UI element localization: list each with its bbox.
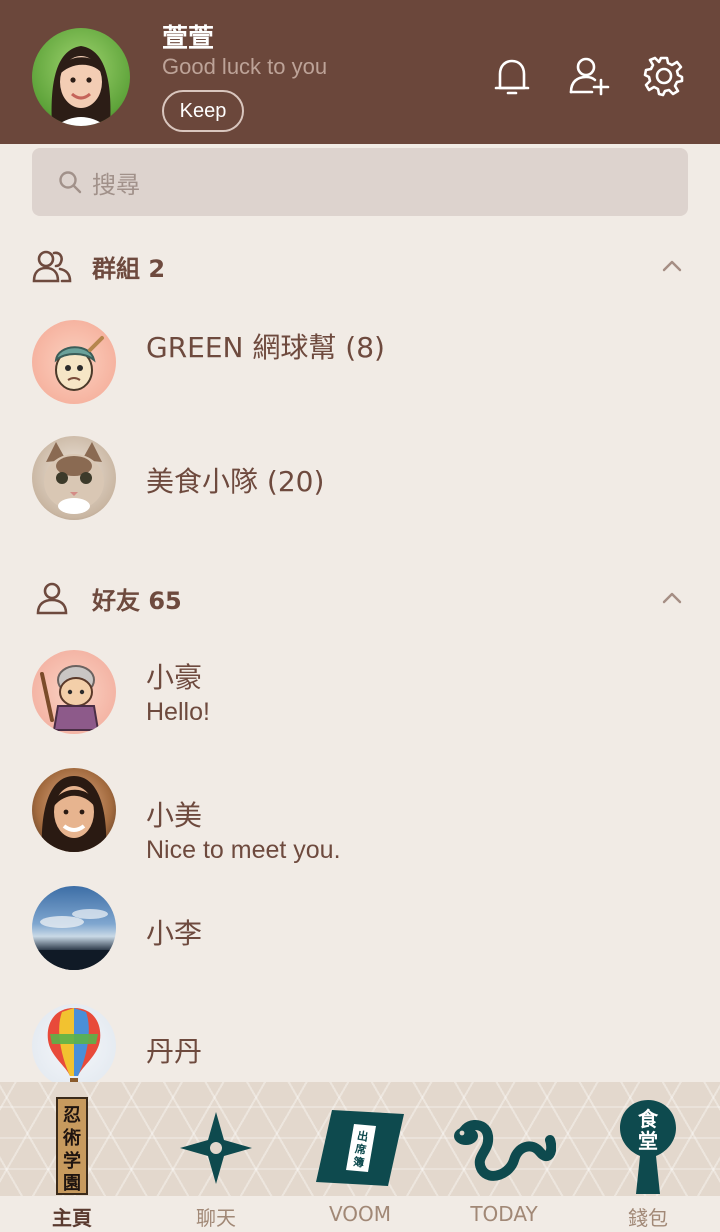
- cartoon-ninja-image: [54, 336, 104, 391]
- gear-icon[interactable]: [642, 54, 686, 98]
- friend-avatar: [32, 768, 116, 852]
- cartoon-grandma-image: [40, 665, 100, 731]
- search-icon: [59, 171, 82, 194]
- friend-name: 小李: [146, 917, 203, 950]
- chevron-up-icon[interactable]: [660, 254, 684, 278]
- svg-text:食: 食: [638, 1107, 659, 1131]
- nav-item-today[interactable]: TODAY: [432, 1082, 576, 1232]
- attendance-book-icon: 出 席 簿: [316, 1110, 404, 1186]
- friend-name: 小美: [146, 799, 203, 832]
- nav-item-wallet[interactable]: 食 堂 錢包: [576, 1082, 720, 1232]
- cafeteria-sign-icon: 食 堂: [620, 1100, 676, 1194]
- profile-header: 萱萱 Good luck to you Keep: [0, 0, 720, 144]
- friend-row[interactable]: 小李: [32, 886, 688, 976]
- group-icon: [32, 250, 72, 283]
- friend-row[interactable]: 小豪 Hello!: [32, 650, 688, 750]
- nav-label-home: 主頁: [52, 1206, 92, 1230]
- friend-avatar: [32, 886, 116, 970]
- woman-photo-image: [41, 776, 107, 852]
- friend-row[interactable]: 小美 Nice to meet you.: [32, 768, 688, 868]
- bell-icon[interactable]: [490, 54, 534, 98]
- friend-status-message: Hello!: [146, 698, 210, 726]
- group-row[interactable]: 美食小隊 (20): [32, 436, 688, 526]
- profile-status-message: Good luck to you: [162, 54, 328, 79]
- svg-text:学: 学: [63, 1150, 81, 1172]
- nav-label-chat: 聊天: [196, 1206, 236, 1230]
- snake-icon: [454, 1120, 556, 1181]
- sky-photo-image: [32, 909, 116, 970]
- friend-avatar: [32, 650, 116, 734]
- friend-name: 小豪: [146, 661, 203, 694]
- group-name: 美食小隊 (20): [146, 465, 325, 498]
- svg-text:園: 園: [63, 1173, 81, 1194]
- nav-label-voom: VOOM: [328, 1202, 392, 1226]
- add-friend-icon[interactable]: [568, 54, 612, 98]
- profile-name: 萱萱: [162, 24, 215, 54]
- friend-status-message: Nice to meet you.: [146, 836, 341, 864]
- groups-section-title: 群組 2: [92, 254, 166, 283]
- nav-label-today: TODAY: [470, 1202, 538, 1226]
- group-row[interactable]: GREEN 網球幫 (8): [32, 318, 688, 408]
- profile-photo-image: [51, 46, 111, 126]
- svg-text:堂: 堂: [638, 1129, 658, 1153]
- friend-row[interactable]: 丹丹: [32, 1004, 688, 1094]
- friend-avatar: [32, 1004, 116, 1088]
- group-avatar: [32, 320, 116, 404]
- cat-photo-image: [44, 442, 104, 514]
- search-placeholder: 搜尋: [92, 170, 140, 199]
- nav-label-wallet: 錢包: [628, 1206, 668, 1230]
- shuriken-icon: [180, 1112, 252, 1184]
- nav-item-home[interactable]: 忍 術 学 園 主頁: [0, 1082, 144, 1232]
- keep-button[interactable]: Keep: [162, 90, 244, 132]
- nav-item-voom[interactable]: 出 席 簿 VOOM: [288, 1082, 432, 1232]
- svg-text:術: 術: [62, 1127, 81, 1149]
- bottom-navigation: 忍 術 学 園 主頁 聊天 出 席 簿 VOOM TODAY 食 堂 錢包: [0, 1082, 720, 1232]
- svg-text:忍: 忍: [63, 1105, 81, 1126]
- friends-section-title: 好友 65: [92, 586, 182, 615]
- profile-avatar[interactable]: [32, 28, 130, 126]
- friend-name: 丹丹: [146, 1035, 203, 1068]
- chevron-up-icon[interactable]: [660, 586, 684, 610]
- search-input[interactable]: 搜尋: [32, 148, 688, 216]
- group-name: GREEN 網球幫 (8): [146, 331, 385, 364]
- friends-section-header[interactable]: 好友 65: [32, 578, 688, 618]
- person-icon: [36, 582, 68, 615]
- nav-item-chat[interactable]: 聊天: [144, 1082, 288, 1232]
- groups-section-header[interactable]: 群組 2: [32, 246, 688, 286]
- group-avatar: [32, 436, 116, 520]
- hot-air-balloon-image: [47, 1008, 101, 1084]
- wooden-sign-icon: 忍 術 学 園: [56, 1097, 88, 1195]
